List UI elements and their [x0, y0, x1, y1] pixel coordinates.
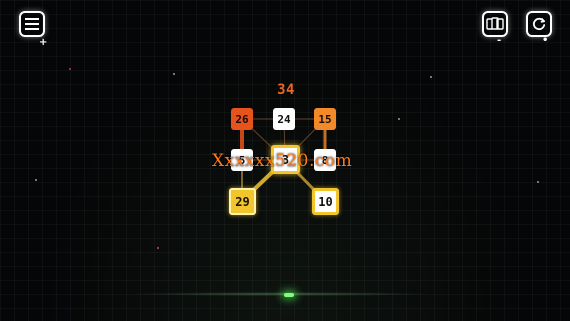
tile[interactable]: 26 — [231, 108, 253, 130]
tile[interactable]: 24 — [273, 108, 295, 130]
watermark-text: Xxxxxx520.com — [212, 151, 353, 171]
game-screen: + - • 34 26 24 15 5 3 8 29 10 Xxxxxx520.… — [0, 0, 570, 321]
tile[interactable]: 15 — [314, 108, 336, 130]
tile[interactable]: 29 — [229, 188, 256, 215]
tile[interactable]: 10 — [312, 188, 339, 215]
